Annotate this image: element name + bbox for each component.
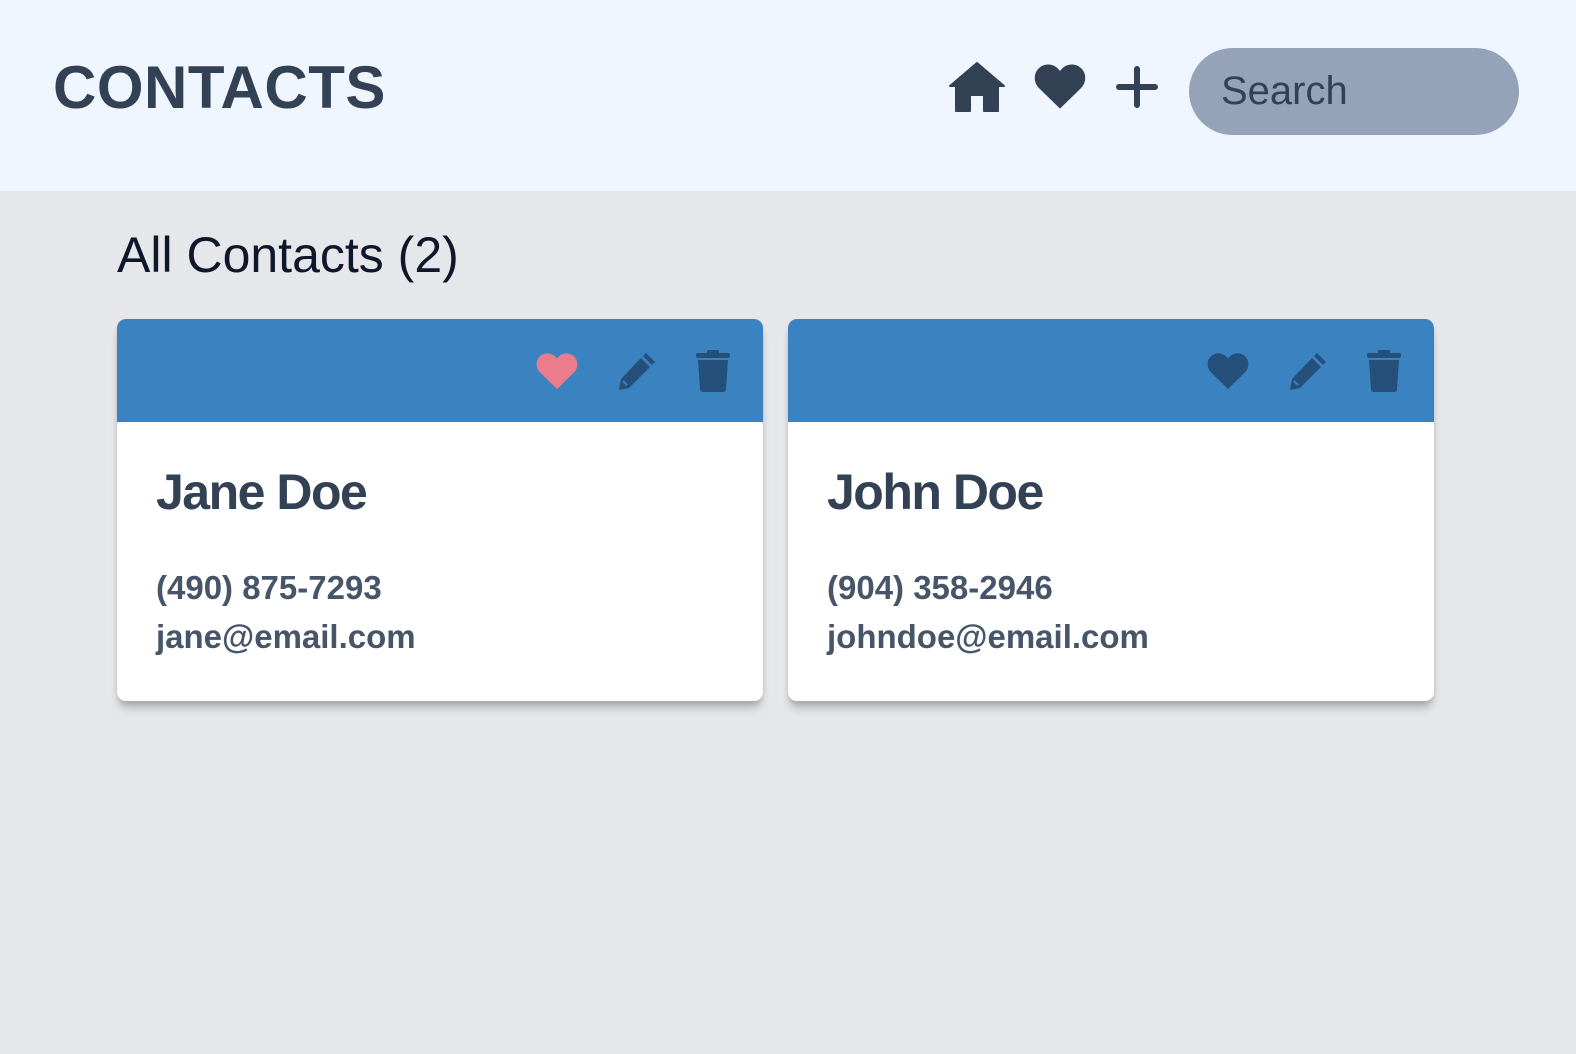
delete-button[interactable] [689,347,737,395]
pencil-icon [619,353,655,390]
contact-card: John Doe (904) 358-2946 johndoe@email.co… [788,319,1434,701]
trash-icon [696,350,730,392]
search-input[interactable] [1189,48,1519,135]
contact-card-header [788,319,1434,422]
contact-card: Jane Doe (490) 875-7293 jane@email.com [117,319,763,701]
contact-name: John Doe [827,464,1044,520]
edit-button[interactable] [1284,347,1332,395]
plus-icon [1116,66,1158,108]
contact-card-header [117,319,763,422]
pencil-icon [1290,353,1326,390]
contact-email: jane@email.com [156,618,416,655]
contact-name: Jane Doe [156,464,368,520]
contact-phone: (490) 875-7293 [156,569,382,606]
contact-phone: (904) 358-2946 [827,569,1053,606]
contacts-count-heading: All Contacts (2) [117,227,459,283]
app-header: CONTACTS [0,0,1576,191]
heart-icon [1207,352,1249,389]
home-icon [949,62,1005,112]
heart-icon [1034,64,1086,109]
heart-icon [536,352,578,389]
edit-button[interactable] [613,347,661,395]
nav-home-button[interactable] [948,58,1006,116]
favorite-button[interactable] [1204,347,1252,395]
app-title: CONTACTS [53,54,386,121]
trash-icon [1367,350,1401,392]
favorite-button[interactable] [533,347,581,395]
contact-email: johndoe@email.com [827,618,1149,655]
nav-add-contact-button[interactable] [1112,60,1162,114]
nav-favorites-button[interactable] [1032,58,1088,116]
delete-button[interactable] [1360,347,1408,395]
